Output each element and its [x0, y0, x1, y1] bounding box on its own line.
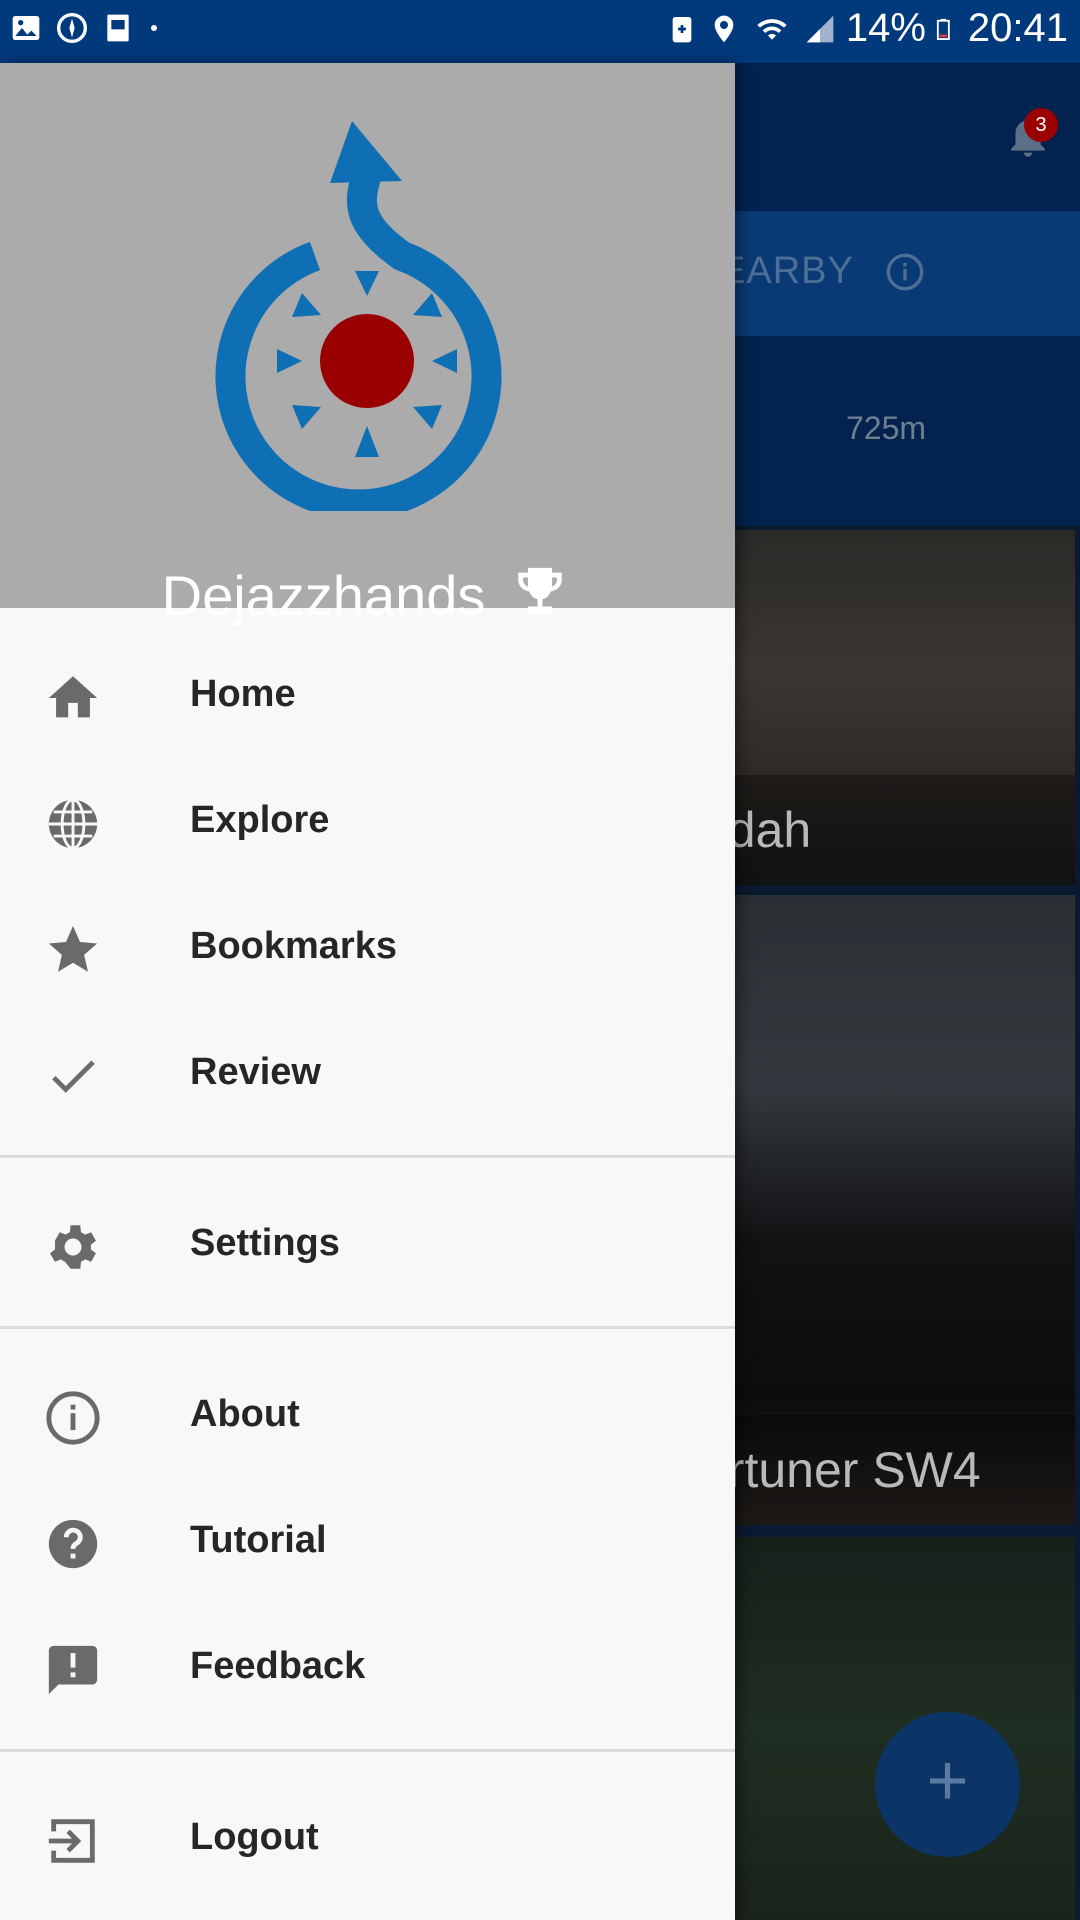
checkmark-icon	[52, 1060, 95, 1093]
clock: 20:41	[967, 6, 1068, 50]
drawer-item-about[interactable]: About	[0, 1351, 735, 1477]
compass-icon	[57, 13, 87, 43]
user-profile[interactable]: Dejazzhands	[0, 563, 735, 628]
home-icon	[48, 676, 98, 718]
drawer-item-label: Feedback	[190, 1645, 366, 1687]
place-card-title: ortuner SW4	[735, 1415, 1075, 1525]
distance-label: 725m	[846, 410, 927, 446]
gallery-icon	[12, 16, 40, 40]
wifi-icon	[757, 18, 787, 40]
star-icon	[48, 925, 98, 972]
drawer-item-tutorial[interactable]: Tutorial	[0, 1477, 735, 1603]
tab-nearby[interactable]: EARBY	[720, 250, 854, 293]
drawer-item-feedback[interactable]: Feedback	[0, 1603, 735, 1729]
trophy-icon[interactable]	[507, 563, 573, 621]
data-saver-icon	[672, 16, 692, 42]
logout-icon	[48, 1819, 95, 1863]
divider	[0, 1326, 735, 1329]
drawer-item-review[interactable]: Review	[0, 1009, 735, 1135]
drawer-item-label: About	[190, 1393, 300, 1435]
drawer-item-settings[interactable]: Settings	[0, 1180, 735, 1306]
drawer-item-label: Settings	[190, 1222, 340, 1264]
divider	[0, 1155, 735, 1158]
signal-icon	[806, 15, 834, 42]
help-icon	[48, 1519, 98, 1569]
drawer-item-label: Bookmarks	[190, 925, 397, 967]
drawer-item-label: Explore	[190, 799, 330, 841]
drawer-item-bookmarks[interactable]: Bookmarks	[0, 883, 735, 1009]
add-fab-button[interactable]: +	[875, 1712, 1020, 1857]
drawer-item-label: Tutorial	[190, 1519, 327, 1561]
drawer-item-label: Review	[190, 1051, 321, 1093]
drawer-item-label: Logout	[190, 1816, 319, 1858]
drawer-item-explore[interactable]: Explore	[0, 757, 735, 883]
commons-logo-icon	[215, 121, 502, 511]
battery-icon	[936, 18, 950, 40]
location-icon	[714, 15, 734, 42]
feedback-icon	[48, 1645, 98, 1695]
username: Dejazzhands	[161, 564, 486, 627]
dictionary-icon	[107, 14, 129, 42]
info-icon[interactable]	[885, 252, 925, 292]
gear-icon	[50, 1225, 96, 1269]
drawer-item-home[interactable]: Home	[0, 631, 735, 757]
place-card-title: ndah	[735, 775, 1075, 885]
drawer-item-logout[interactable]: Logout	[0, 1774, 735, 1900]
notification-count-badge: 3	[1024, 108, 1058, 142]
status-bar: 14% 20:41	[0, 0, 1080, 63]
drawer-header: Dejazzhands	[0, 63, 735, 627]
divider	[0, 1749, 735, 1752]
place-card[interactable]: ortuner SW4	[735, 895, 1075, 1525]
globe-icon	[48, 798, 98, 850]
battery-percentage: 14%	[845, 6, 926, 50]
dot-icon	[151, 25, 157, 31]
place-card[interactable]: ndah	[735, 530, 1075, 885]
drawer-item-label: Home	[190, 673, 296, 715]
info-icon	[46, 1391, 100, 1445]
